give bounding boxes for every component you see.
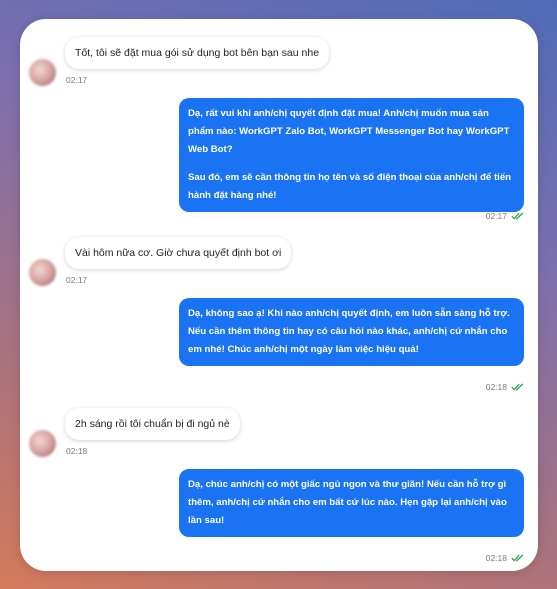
message-time: 02:17 xyxy=(66,275,88,285)
message-text: Tốt, tôi sẽ đặt mua gói sử dụng bot bên … xyxy=(75,47,320,59)
message-paragraph: Dạ, không sao ạ! Khi nào anh/chị quyết đ… xyxy=(188,308,510,355)
double-check-icon xyxy=(511,212,524,220)
message-time: 02:18 xyxy=(485,553,507,563)
message-time: 02:17 xyxy=(66,75,88,85)
user-avatar xyxy=(29,59,56,86)
message-status: 02:18 xyxy=(486,553,524,563)
incoming-message: 2h sáng rồi tôi chuẩn bị đi ngủ nè xyxy=(65,408,240,440)
message-status: 02:18 xyxy=(486,382,524,392)
outgoing-message: Dạ, chúc anh/chị có một giấc ngủ ngon và… xyxy=(179,469,524,537)
incoming-message: Tốt, tôi sẽ đặt mua gói sử dụng bot bên … xyxy=(65,37,330,69)
message-text: 2h sáng rồi tôi chuẩn bị đi ngủ nè xyxy=(75,418,230,430)
incoming-message: Vài hôm nữa cơ. Giờ chưa quyết định bot … xyxy=(65,237,292,269)
double-check-icon xyxy=(511,383,524,391)
message-status: 02:17 xyxy=(486,211,524,221)
message-time: 02:17 xyxy=(485,211,507,221)
message-time: 02:18 xyxy=(485,382,507,392)
message-text: Vài hôm nữa cơ. Giờ chưa quyết định bot … xyxy=(75,247,282,259)
chat-window: Tốt, tôi sẽ đặt mua gói sử dụng bot bên … xyxy=(20,19,538,571)
outgoing-message: Dạ, rất vui khi anh/chị quyết định đặt m… xyxy=(179,98,524,212)
message-paragraph: Dạ, chúc anh/chị có một giấc ngủ ngon và… xyxy=(188,479,507,526)
message-time: 02:18 xyxy=(66,446,88,456)
outgoing-message: Dạ, không sao ạ! Khi nào anh/chị quyết đ… xyxy=(179,298,524,366)
message-paragraph: Dạ, rất vui khi anh/chị quyết định đặt m… xyxy=(188,108,510,155)
double-check-icon xyxy=(511,554,524,562)
user-avatar xyxy=(29,430,56,457)
message-paragraph: Sau đó, em sẽ cần thông tin họ tên và số… xyxy=(188,172,512,201)
user-avatar xyxy=(29,259,56,286)
